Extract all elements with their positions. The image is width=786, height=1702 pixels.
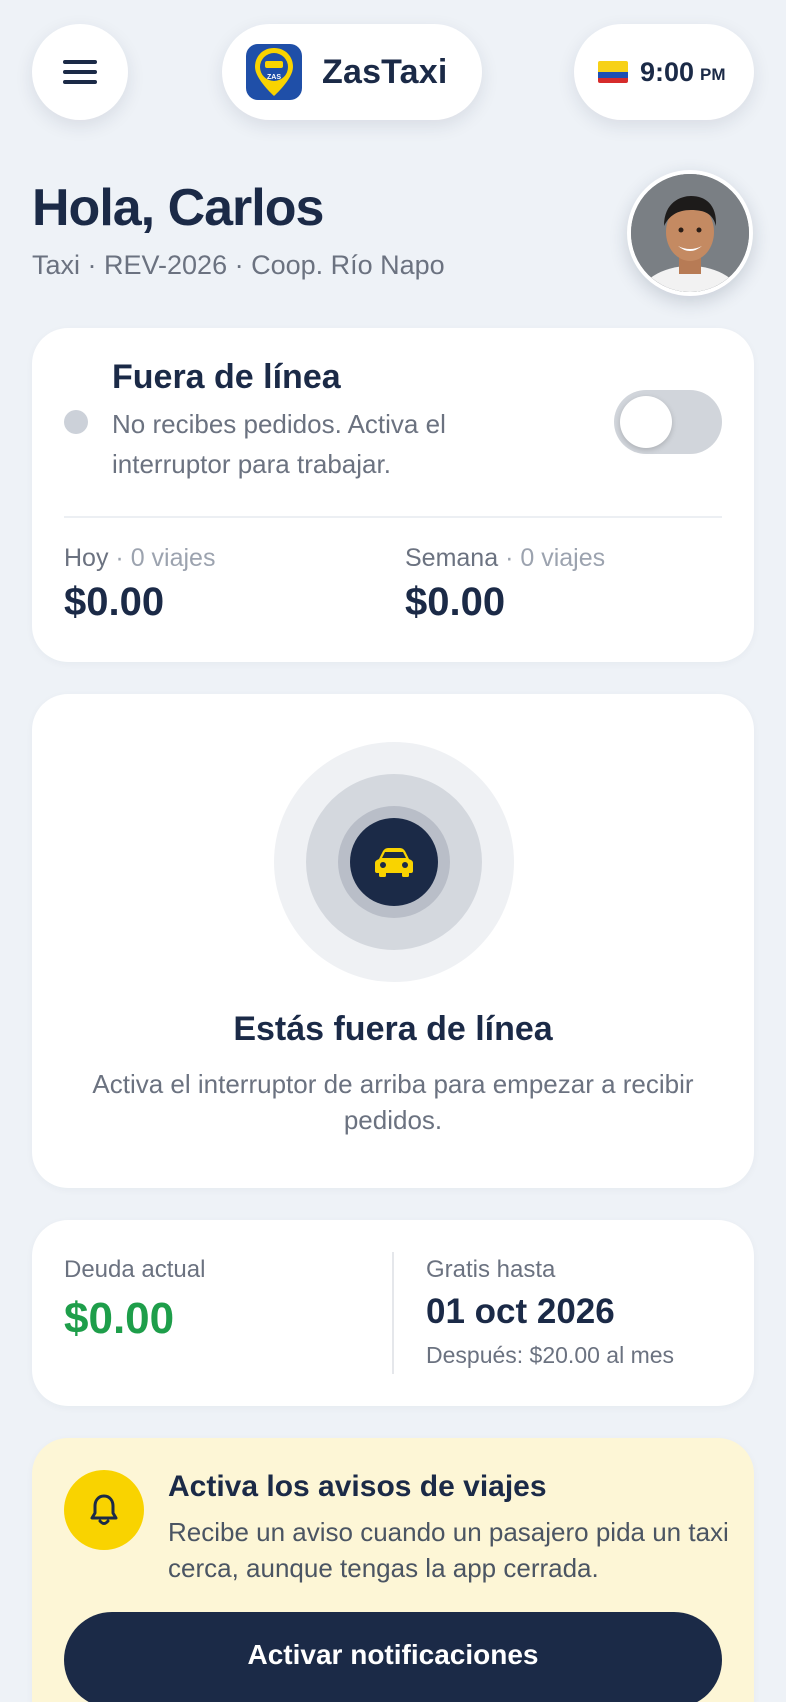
greeting-title: Hola, Carlos (32, 179, 324, 237)
notifications-title: Activa los avisos de viajes (168, 1470, 547, 1503)
clock-pill: 9:00 PM (574, 24, 754, 120)
free-until-label: Gratis hasta (426, 1256, 556, 1283)
enable-notifications-button[interactable]: Activar notificaciones (64, 1612, 722, 1702)
car-icon-circle (350, 818, 438, 906)
vehicle-info: Taxi · REV-2026 · Coop. Río Napo (32, 250, 445, 280)
debt-value: $0.00 (64, 1294, 175, 1343)
brand-name: ZasTaxi (322, 52, 448, 91)
billing-divider (392, 1252, 394, 1374)
menu-icon (63, 60, 97, 84)
zastaxi-logo: ZAS (246, 44, 302, 100)
brand-pill: ZAS ZasTaxi (222, 24, 482, 120)
week-earnings-label: Semana · 0 viajes (405, 544, 606, 572)
ecuador-flag-icon (598, 61, 628, 83)
offline-description: Activa el interruptor de arriba para emp… (92, 1069, 694, 1135)
status-indicator-dot (64, 410, 88, 434)
today-earnings-label: Hoy · 0 viajes (64, 544, 216, 572)
week-earnings-value: $0.00 (405, 580, 506, 624)
offline-title: Estás fuera de línea (233, 1010, 553, 1048)
clock-time: 9:00 (640, 56, 695, 87)
notifications-description: Recibe un aviso cuando un pasajero pida … (168, 1517, 729, 1583)
avatar[interactable] (627, 170, 753, 296)
bell-icon (90, 1494, 118, 1525)
clock-ampm: PM (700, 65, 726, 84)
car-icon (375, 848, 413, 877)
debt-label: Deuda actual (64, 1256, 206, 1283)
today-earnings-value: $0.00 (64, 580, 165, 624)
status-title: Fuera de línea (112, 358, 341, 396)
bell-icon-circle (64, 1470, 144, 1550)
status-divider (64, 516, 722, 518)
svg-text:ZAS: ZAS (267, 74, 281, 81)
after-fee-text: Después: $20.00 al mes (426, 1342, 675, 1368)
online-toggle[interactable] (614, 390, 722, 454)
free-until-date: 01 oct 2026 (426, 1292, 615, 1331)
status-description: No recibes pedidos. Activa el interrupto… (112, 409, 446, 479)
toggle-knob (620, 396, 672, 448)
menu-button[interactable] (32, 24, 128, 120)
driver-home-screen: ZAS ZasTaxi 9:00 PM Hola, Carlos Taxi · … (0, 0, 786, 1702)
